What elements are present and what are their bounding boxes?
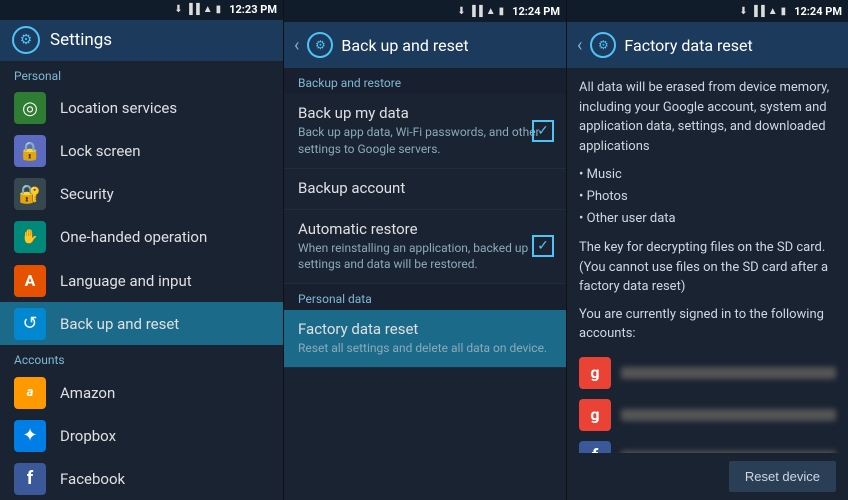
wifi-icon: ▲	[203, 4, 213, 15]
factory-reset-header: ‹ ⚙ Factory data reset	[567, 22, 848, 68]
time-display-middle: 12:24 PM	[512, 5, 560, 18]
wifi-icon-r: ▲	[768, 6, 778, 17]
sd-card-text: The key for decrypting files on the SD c…	[579, 238, 836, 297]
sidebar-item-dropbox[interactable]: ✦ Dropbox	[0, 414, 283, 457]
sidebar-item-label: One-handed operation	[60, 228, 207, 246]
sidebar-item-facebook[interactable]: f Facebook	[0, 457, 283, 500]
sidebar-item-label: Back up and reset	[60, 315, 179, 333]
account-name-3	[621, 451, 836, 453]
facebook-account-icon-1: f	[579, 441, 611, 453]
status-icons-right: ⬇ ▐▐ ▲ ▮	[739, 6, 786, 17]
onehand-icon: ✋	[14, 221, 46, 253]
backup-my-data-desc: Back up app data, Wi-Fi passwords, and o…	[298, 124, 552, 158]
bluetooth-icon-r: ⬇	[739, 6, 747, 17]
bluetooth-icon: ⬇	[174, 4, 182, 15]
sidebar-item-label: Security	[60, 185, 114, 203]
factory-reset-description: All data will be erased from device memo…	[579, 78, 836, 156]
sidebar-item-security[interactable]: 🔐 Security	[0, 173, 283, 216]
location-icon: ◎	[14, 92, 46, 124]
sidebar-item-lockscreen[interactable]: 🔒 Lock screen	[0, 130, 283, 173]
bullet-item-photos: • Photos	[579, 186, 836, 208]
account-item-facebook-1: f	[579, 436, 836, 453]
signed-in-text: You are currently signed in to the follo…	[579, 305, 836, 344]
backup-my-data-item[interactable]: Back up my data Back up app data, Wi-Fi …	[284, 94, 566, 169]
lock-icon: 🔒	[14, 135, 46, 167]
sidebar-item-label: Lock screen	[60, 142, 141, 160]
factory-reset-panel: ⬇ ▐▐ ▲ ▮ 12:24 PM ‹ ⚙ Factory data reset…	[567, 0, 848, 500]
time-display-left: 12:23 PM	[229, 3, 277, 16]
bullet-list: • Music • Photos • Other user data	[579, 164, 836, 230]
wifi-icon-m: ▲	[486, 6, 496, 17]
backup-account-title: Backup account	[298, 179, 552, 197]
signal-icon-m: ▐▐	[469, 6, 483, 17]
factory-gear-icon: ⚙	[590, 32, 616, 58]
time-display-right: 12:24 PM	[794, 5, 842, 18]
reset-button-container: Reset device	[567, 453, 848, 500]
google-icon-1: g	[579, 357, 611, 389]
sidebar-item-backup[interactable]: ↺ Back up and reset	[0, 302, 283, 345]
battery-icon: ▮	[216, 4, 222, 15]
signal-icon: ▐▐	[186, 4, 200, 15]
backup-panel: ⬇ ▐▐ ▲ ▮ 12:24 PM ‹ ⚙ Back up and reset …	[284, 0, 567, 500]
backup-gear-icon: ⚙	[307, 32, 333, 58]
sidebar-item-label: Amazon	[60, 384, 115, 402]
settings-gear-icon: ⚙	[12, 26, 40, 54]
backup-data-checkbox[interactable]: ✓	[532, 120, 554, 142]
account-name-2	[621, 409, 836, 421]
sidebar-item-label: Facebook	[60, 470, 125, 488]
app-header-left: ⚙ Settings	[0, 20, 283, 61]
sidebar-item-label: Language and input	[60, 272, 192, 290]
backup-header: ‹ ⚙ Back up and reset	[284, 22, 566, 68]
backup-account-item[interactable]: Backup account	[284, 169, 566, 210]
battery-icon-m: ▮	[499, 6, 505, 17]
backup-icon: ↺	[14, 308, 46, 340]
factory-reset-item[interactable]: Factory data reset Reset all settings an…	[284, 310, 566, 368]
sidebar-item-location[interactable]: ◎ Location services	[0, 87, 283, 130]
dropbox-icon: ✦	[14, 420, 46, 452]
sidebar-item-amazon[interactable]: a Amazon	[0, 371, 283, 414]
sidebar-item-label: Dropbox	[60, 427, 116, 445]
account-item-google-1: g	[579, 352, 836, 394]
facebook-icon: f	[14, 463, 46, 495]
language-icon: A	[14, 265, 46, 297]
status-icons-middle: ⬇ ▐▐ ▲ ▮	[457, 6, 504, 17]
backup-panel-title: Back up and reset	[341, 36, 468, 55]
amazon-icon: a	[14, 377, 46, 409]
status-bar-left: ⬇ ▐▐ ▲ ▮ 12:23 PM	[0, 0, 283, 20]
back-button[interactable]: ‹	[294, 35, 299, 56]
bluetooth-icon-m: ⬇	[457, 6, 465, 17]
auto-restore-desc: When reinstalling an application, backed…	[298, 240, 552, 274]
account-item-google-2: g	[579, 394, 836, 436]
backup-restore-label: Backup and restore	[284, 68, 566, 94]
bullet-item-other: • Other user data	[579, 208, 836, 230]
status-bar-middle: ⬇ ▐▐ ▲ ▮ 12:24 PM	[284, 0, 566, 22]
back-button-right[interactable]: ‹	[577, 35, 582, 56]
sidebar-item-label: Location services	[60, 99, 177, 117]
security-icon: 🔐	[14, 178, 46, 210]
settings-title: Settings	[50, 30, 112, 50]
sidebar-item-onehand[interactable]: ✋ One-handed operation	[0, 216, 283, 259]
settings-panel: ⬇ ▐▐ ▲ ▮ 12:23 PM ⚙ Settings Personal ◎ …	[0, 0, 284, 500]
account-name-1	[621, 367, 836, 379]
personal-section-label: Personal	[0, 61, 283, 87]
accounts-section-label: Accounts	[0, 345, 283, 371]
signal-icon-r: ▐▐	[751, 6, 765, 17]
factory-reset-desc: Reset all settings and delete all data o…	[298, 340, 552, 357]
factory-reset-title: Factory data reset	[298, 320, 552, 338]
auto-restore-checkbox[interactable]: ✓	[532, 235, 554, 257]
auto-restore-item[interactable]: Automatic restore When reinstalling an a…	[284, 210, 566, 285]
google-icon-2: g	[579, 399, 611, 431]
factory-reset-content: All data will be erased from device memo…	[567, 68, 848, 453]
reset-device-button[interactable]: Reset device	[729, 461, 836, 492]
status-bar-right: ⬇ ▐▐ ▲ ▮ 12:24 PM	[567, 0, 848, 22]
status-icons-left: ⬇ ▐▐ ▲ ▮	[174, 4, 221, 15]
factory-reset-title: Factory data reset	[624, 36, 752, 55]
sidebar-item-language[interactable]: A Language and input	[0, 259, 283, 302]
auto-restore-title: Automatic restore	[298, 220, 552, 238]
personal-data-label: Personal data	[284, 284, 566, 310]
battery-icon-r: ▮	[781, 6, 787, 17]
backup-my-data-title: Back up my data	[298, 104, 552, 122]
bullet-item-music: • Music	[579, 164, 836, 186]
